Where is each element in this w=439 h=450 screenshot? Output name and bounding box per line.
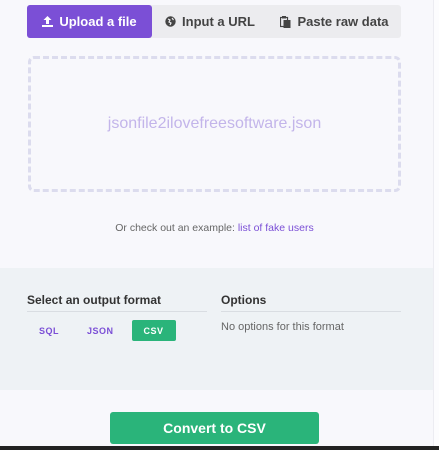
file-dropzone[interactable]: jsonfile2ilovefreesoftware.json: [28, 56, 401, 192]
format-sql-button[interactable]: SQL: [29, 320, 69, 341]
tab-url[interactable]: Input a URL: [152, 5, 268, 38]
input-tabs: Upload a file Input a URL Paste raw data: [27, 5, 401, 38]
format-json-button[interactable]: JSON: [77, 320, 124, 341]
bottom-bar: [0, 446, 439, 450]
globe-icon: [165, 16, 176, 27]
selected-filename: jsonfile2ilovefreesoftware.json: [107, 115, 322, 132]
format-csv-button[interactable]: CSV: [131, 320, 176, 341]
tab-url-label: Input a URL: [182, 14, 255, 29]
example-prefix: Or check out an example:: [115, 222, 235, 234]
output-format-title: Select an output format: [27, 293, 162, 307]
format-divider: [27, 311, 207, 312]
tab-paste[interactable]: Paste raw data: [268, 5, 401, 38]
scrollbar-track[interactable]: [433, 0, 439, 450]
no-options-text: No options for this format: [221, 321, 344, 333]
tab-paste-label: Paste raw data: [297, 14, 389, 29]
example-link[interactable]: list of fake users: [238, 222, 314, 234]
paste-icon: [280, 15, 291, 28]
convert-button[interactable]: Convert to CSV: [110, 412, 319, 444]
format-options: SQL JSON CSV: [29, 320, 176, 341]
options-divider: [221, 311, 401, 312]
output-panel: Select an output format SQL JSON CSV Opt…: [0, 268, 439, 390]
tab-upload-label: Upload a file: [59, 14, 137, 29]
tab-upload[interactable]: Upload a file: [27, 5, 152, 38]
upload-icon: [42, 16, 54, 27]
options-title: Options: [221, 293, 267, 307]
converter-page: Upload a file Input a URL Paste raw data…: [0, 0, 439, 450]
example-line: Or check out an example: list of fake us…: [0, 222, 429, 234]
